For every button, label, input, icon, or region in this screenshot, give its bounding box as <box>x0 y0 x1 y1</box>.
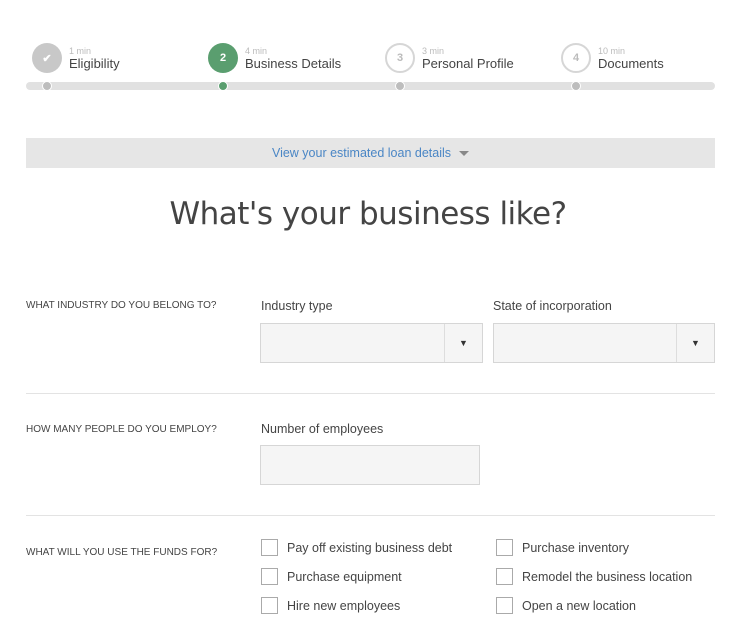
checkbox-label: Purchase equipment <box>287 569 402 584</box>
industry-type-select[interactable]: ▼ <box>260 323 483 363</box>
step-eligibility[interactable]: ✔ 1 min Eligibility <box>32 42 120 74</box>
checkbox-icon[interactable] <box>261 597 278 614</box>
checkbox-open-location[interactable]: Open a new location <box>496 597 636 614</box>
progress-dot <box>571 81 581 91</box>
step-time: 4 min <box>245 45 268 56</box>
step-time: 10 min <box>598 45 626 56</box>
checkbox-purchase-inventory[interactable]: Purchase inventory <box>496 539 629 556</box>
employees-input[interactable] <box>260 445 480 485</box>
step-number: 2 <box>208 43 238 73</box>
loan-details-link[interactable]: View your estimated loan details <box>272 146 451 160</box>
check-icon: ✔ <box>32 43 62 73</box>
progress-track <box>26 82 715 90</box>
progress-dot <box>395 81 405 91</box>
loan-details-toggle[interactable]: View your estimated loan details <box>26 138 715 168</box>
step-label: Business Details <box>245 55 342 71</box>
industry-question: What industry do you belong to? <box>26 300 217 311</box>
chevron-down-icon <box>459 150 470 156</box>
checkbox-icon[interactable] <box>496 597 513 614</box>
progress-dot-active <box>218 81 228 91</box>
checkbox-label: Remodel the business location <box>522 569 693 584</box>
checkbox-label: Pay off existing business debt <box>287 540 453 555</box>
page-title: What's your business like? <box>169 196 567 232</box>
dropdown-arrow-icon: ▼ <box>676 324 714 362</box>
state-label: State of incorporation <box>493 299 612 313</box>
step-time: 1 min <box>69 45 92 56</box>
checkbox-icon[interactable] <box>496 539 513 556</box>
step-documents[interactable]: 4 10 min Documents <box>561 42 664 74</box>
step-time: 3 min <box>422 45 445 56</box>
step-label: Documents <box>598 55 664 71</box>
employees-label: Number of employees <box>261 422 384 436</box>
step-label: Personal Profile <box>422 55 514 71</box>
progress-dot <box>42 81 52 91</box>
state-select[interactable]: ▼ <box>493 323 715 363</box>
checkbox-label: Hire new employees <box>287 598 401 613</box>
checkbox-hire-employees[interactable]: Hire new employees <box>261 597 400 614</box>
step-label: Eligibility <box>69 55 120 71</box>
checkbox-icon[interactable] <box>496 568 513 585</box>
step-business-details[interactable]: 2 4 min Business Details <box>208 42 341 74</box>
employees-question: How many people do you employ? <box>26 424 217 435</box>
dropdown-arrow-icon: ▼ <box>444 324 482 362</box>
checkbox-label: Open a new location <box>522 598 636 613</box>
checkbox-icon[interactable] <box>261 568 278 585</box>
step-number: 4 <box>561 43 591 73</box>
checkbox-icon[interactable] <box>261 539 278 556</box>
checkbox-remodel-location[interactable]: Remodel the business location <box>496 568 692 585</box>
step-number: 3 <box>385 43 415 73</box>
divider <box>26 515 715 516</box>
checkbox-label: Purchase inventory <box>522 540 630 555</box>
divider <box>26 393 715 394</box>
step-personal-profile[interactable]: 3 3 min Personal Profile <box>385 42 514 74</box>
industry-type-label: Industry type <box>261 299 333 313</box>
checkbox-purchase-equipment[interactable]: Purchase equipment <box>261 568 402 585</box>
funds-question: What will you use the funds for? <box>26 547 218 558</box>
checkbox-pay-off-debt[interactable]: Pay off existing business debt <box>261 539 452 556</box>
